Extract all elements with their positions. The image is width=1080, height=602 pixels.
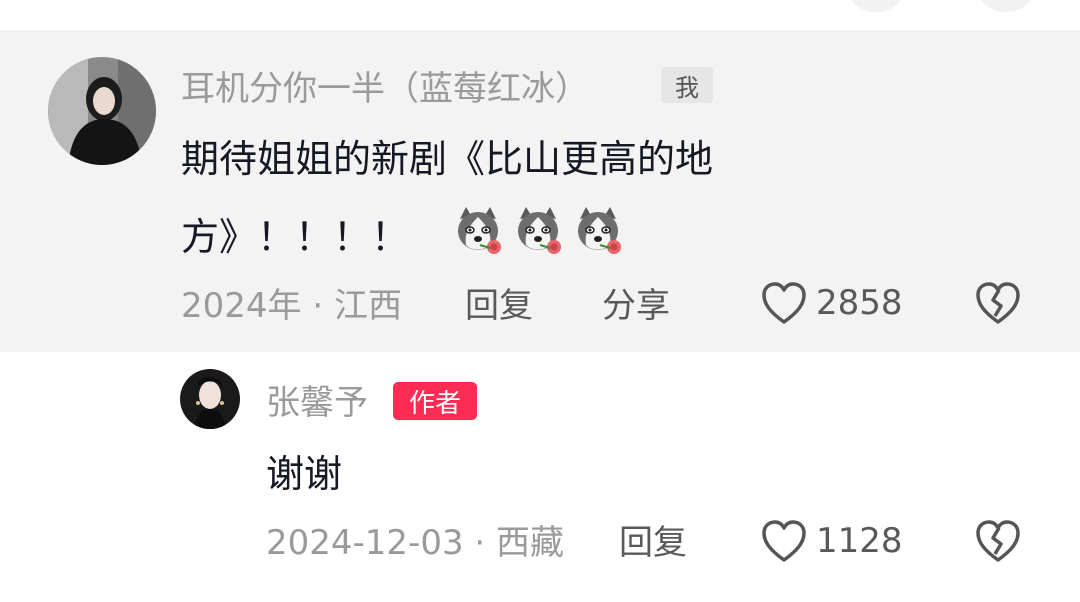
dislike-button[interactable] xyxy=(974,280,1022,326)
husky-rose-emoji xyxy=(450,203,506,259)
broken-heart-icon xyxy=(974,280,1022,326)
top-action-button[interactable] xyxy=(976,0,1036,12)
like-button[interactable]: 2858 xyxy=(760,280,903,326)
broken-heart-icon xyxy=(974,518,1022,564)
avatar[interactable] xyxy=(48,57,156,165)
avatar[interactable] xyxy=(180,369,240,429)
comment-text-line: 期待姐姐的新剧《比山更高的地 xyxy=(181,137,714,181)
like-count: 1128 xyxy=(816,521,903,561)
share-button[interactable]: 分享 xyxy=(602,289,670,323)
comment-meta: 2024年 · 江西 xyxy=(181,286,402,326)
reply-meta: 2024-12-03 · 西藏 xyxy=(266,523,565,563)
emoji-group xyxy=(450,203,626,259)
top-strip xyxy=(0,0,1080,30)
comment-text-line: 方》！！！！ xyxy=(181,215,410,259)
husky-rose-emoji xyxy=(570,203,626,259)
dislike-button[interactable] xyxy=(974,518,1022,564)
husky-rose-emoji xyxy=(510,203,566,259)
me-tag: 我 xyxy=(661,67,713,103)
reply-text: 谢谢 xyxy=(266,452,343,496)
like-button[interactable]: 1128 xyxy=(760,518,903,564)
reply-username[interactable]: 张馨予 xyxy=(266,386,368,420)
top-action-button[interactable] xyxy=(846,0,906,12)
like-count: 2858 xyxy=(816,283,903,323)
author-tag: 作者 xyxy=(393,382,477,420)
reply-button[interactable]: 回复 xyxy=(619,526,687,560)
heart-icon xyxy=(760,280,808,326)
reply-button[interactable]: 回复 xyxy=(465,289,533,323)
comment-username[interactable]: 耳机分你一半（蓝莓红冰） xyxy=(181,72,589,106)
heart-icon xyxy=(760,518,808,564)
